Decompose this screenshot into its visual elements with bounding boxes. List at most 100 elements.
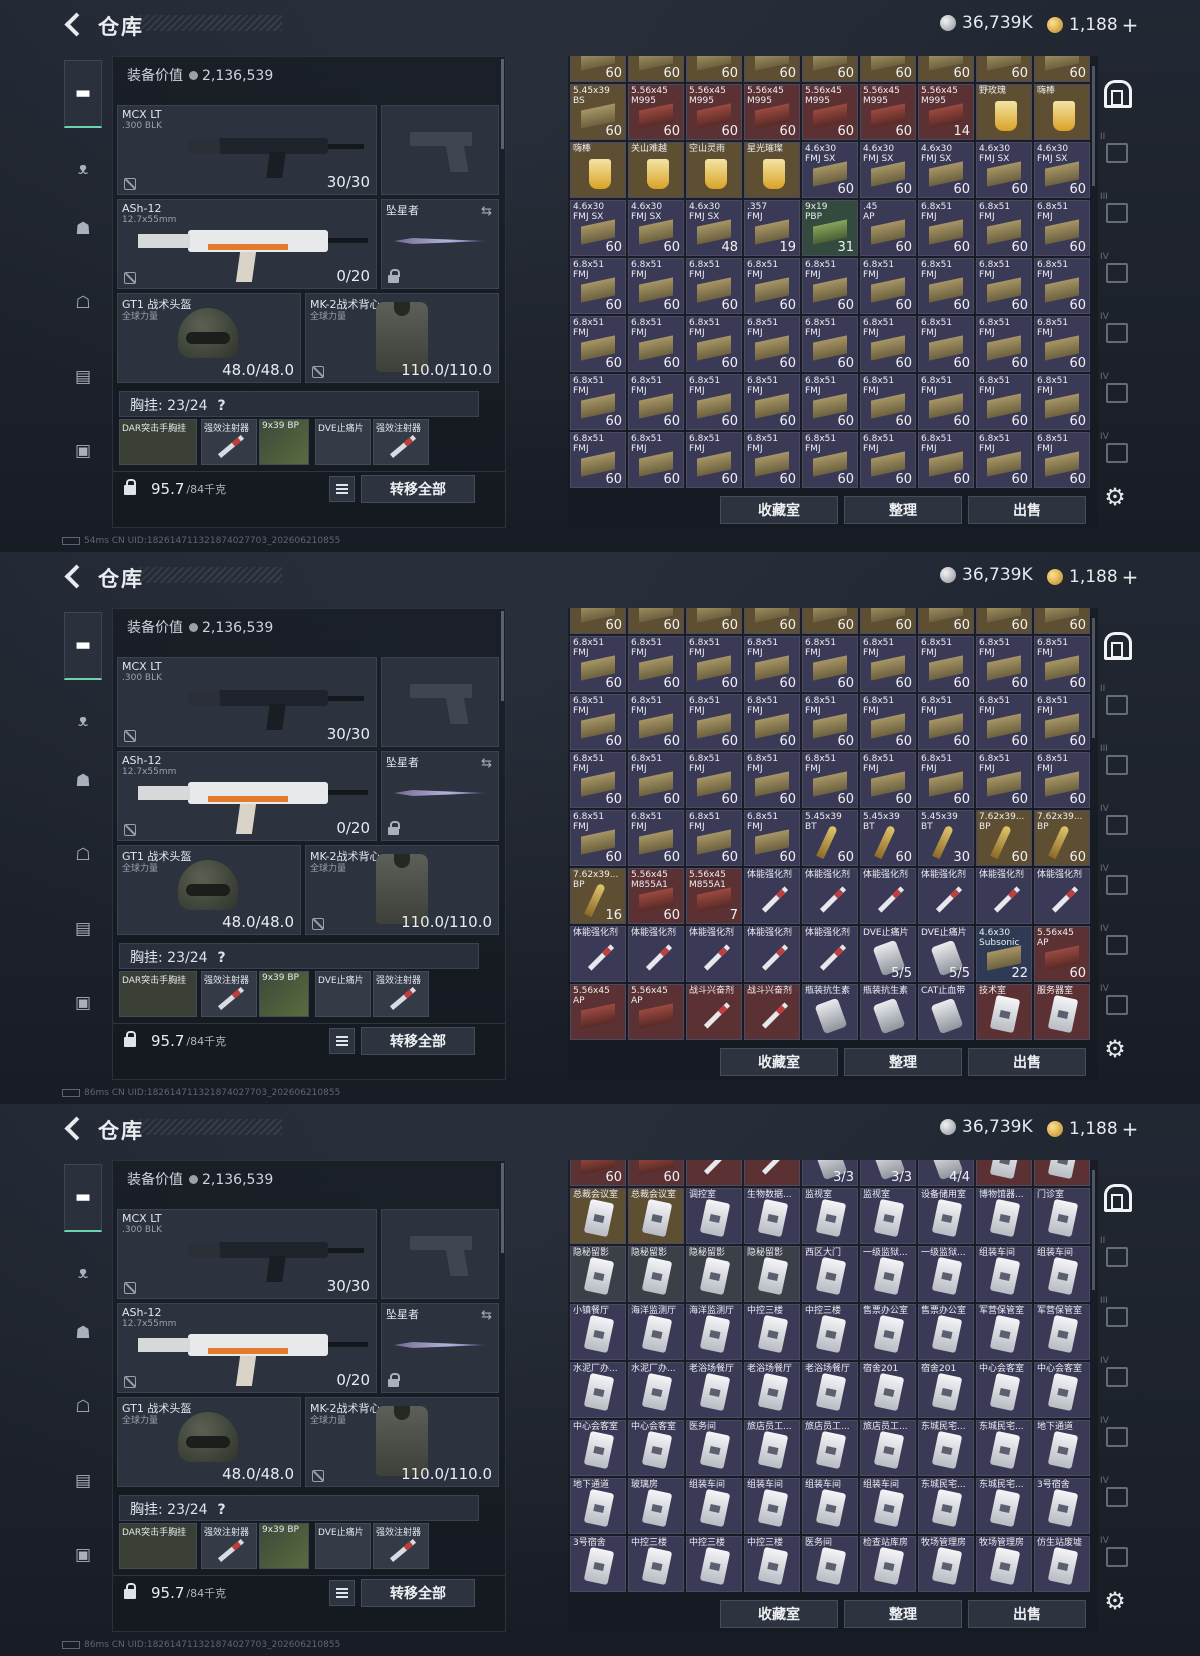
stash-item[interactable]: 体能强化剂 [976,868,1032,924]
stash-item[interactable]: 6.8x51 FMJ 60 [628,374,684,430]
backpack-tab-icon[interactable]: ☖ [64,836,102,874]
stash-item[interactable]: 空山灵雨 [686,142,742,198]
list-view-button[interactable] [329,1028,355,1054]
pistol-slot[interactable] [381,1209,499,1299]
stash-item[interactable]: 组装车间 [744,1478,800,1534]
stash-item[interactable]: 老浴场餐厅 [744,1362,800,1418]
chest-item[interactable]: 强效注射器 [201,419,257,465]
stash-item[interactable]: 6.8x51 FMJ 60 [918,374,974,430]
stash-item[interactable]: 6.8x51 FMJ 60 [976,636,1032,692]
stash-item[interactable]: 5.56x45 AP60 [628,1160,684,1186]
stash-tab-icon[interactable] [1100,744,1130,778]
stash-item[interactable]: 6.8x51 FMJ 60 [918,258,974,314]
scrollbar[interactable] [501,1163,504,1253]
stash-item[interactable]: 60 [918,56,974,82]
stash-item[interactable]: 老浴场餐厅 [802,1362,858,1418]
stash-item[interactable]: 总裁会议室 [628,1188,684,1244]
stash-item[interactable]: 6.8x51 FMJ 60 [570,316,626,372]
stash-item[interactable]: 玻璃房 [628,1478,684,1534]
stash-item[interactable]: 6.8x51 FMJ 60 [918,694,974,750]
stash-item[interactable]: 6.8x51 FMJ 60 [744,636,800,692]
pistol-slot[interactable] [381,657,499,747]
stash-item[interactable]: 4.6x30 FMJ SX 60 [976,142,1032,198]
helmet-slot[interactable]: GT1 战术头盔 全球力量 48.0/48.0 [117,845,301,935]
stash-item[interactable]: 6.8x51 FMJ 60 [686,432,742,488]
stash-item[interactable]: 6.8x51 FMJ 60 [918,432,974,488]
stash-item[interactable]: 6.8x51 FMJ 60 [628,432,684,488]
stash-item[interactable]: 地下通道 [1034,1420,1090,1476]
transfer-all-button[interactable]: 转移全部 [361,475,475,503]
stash-item[interactable]: 6.8x51 FMJ 60 [1034,316,1090,372]
chest-item[interactable]: 强效注射器 [201,1523,257,1569]
stash-item[interactable]: 战斗兴奋剂 [744,984,800,1040]
primary-weapon-slot[interactable]: MCX LT .300 BLK 30/30 [117,657,377,747]
stash-item[interactable]: 旅店员工... [802,1420,858,1476]
stash-item[interactable]: 体能强化剂 [802,868,858,924]
secondary-weapon-slot[interactable]: ASh-12 12.7x55mm 0/20 [117,751,377,841]
stash-item[interactable]: 体能强化剂 [686,926,742,982]
weapons-tab-icon[interactable]: ▬ [64,60,102,128]
stash-item[interactable]: 体能强化剂 [570,926,626,982]
helmet-tab-icon[interactable]: ☗ [64,1314,102,1352]
home-stash-icon[interactable] [1100,1180,1132,1212]
armor-slot[interactable]: MK-2战术背心 全球力量 110.0/110.0 [305,845,499,935]
stash-tab-icon[interactable] [1100,432,1130,466]
stash-item[interactable]: 监视室 [802,1188,858,1244]
stash-item[interactable]: 6.8x51 FMJ 60 [976,258,1032,314]
sell-button[interactable]: 出售 [968,1048,1086,1076]
settings-gear-icon[interactable]: ⚙ [1100,482,1130,512]
melee-slot[interactable]: 坠星者 ⇆ [381,1303,499,1393]
stash-item[interactable]: DVE止痛片 5/5 [918,926,974,982]
stash-item[interactable]: 海洋监测厅 [628,1304,684,1360]
stash-item[interactable]: 星光璀璨 [744,142,800,198]
stash-item[interactable]: 宿舍201 [918,1362,974,1418]
stash-tab-icon[interactable] [1100,132,1130,166]
sell-button[interactable]: 出售 [968,496,1086,524]
stash-item[interactable]: 隐秘留影 [686,1246,742,1302]
stash-item[interactable]: 体能强化剂 [744,868,800,924]
stash-item[interactable]: 60 [570,56,626,82]
stash-item[interactable]: 60 [628,56,684,82]
armor-tab-icon[interactable]: ᴥ [64,150,102,188]
stash-item[interactable]: 6.8x51 FMJ 60 [744,752,800,808]
stash-item[interactable]: 6.8x51 FMJ 60 [744,694,800,750]
chest-item[interactable]: 强效注射器 [373,971,429,1017]
stash-item[interactable]: 6.8x51 FMJ 60 [1034,694,1090,750]
stash-item[interactable]: 4.6x30 FMJ SX 48 [686,200,742,256]
settings-gear-icon[interactable]: ⚙ [1100,1586,1130,1616]
case-tab-icon[interactable]: ▣ [64,1536,102,1574]
stash-item[interactable]: 6.8x51 FMJ 60 [744,316,800,372]
stash-item[interactable]: 60 [860,608,916,634]
stash-tab-icon[interactable] [1100,1416,1130,1450]
stash-tab-icon[interactable] [1100,984,1130,1018]
stash-item[interactable]: 6.8x51 FMJ 60 [860,316,916,372]
stash-item[interactable]: 中心会客室 [628,1420,684,1476]
stash-item[interactable]: 6.8x51 FMJ 60 [570,636,626,692]
chest-item[interactable]: DVE止痛片 [315,971,371,1017]
stash-item[interactable]: 隐秘留影 [744,1246,800,1302]
stash-item[interactable]: .45 AP 60 [860,200,916,256]
stash-item[interactable]: 宿舍201 [860,1362,916,1418]
stash-item[interactable]: 6.8x51 FMJ 60 [628,258,684,314]
stash-tab-icon[interactable] [1100,312,1130,346]
rig-tab-icon[interactable]: ▤ [64,358,102,396]
transfer-all-button[interactable]: 转移全部 [361,1027,475,1055]
helmet-tab-icon[interactable]: ☗ [64,762,102,800]
pistol-slot[interactable] [381,105,499,195]
stash-item[interactable]: .357 FMJ 19 [744,200,800,256]
stash-item[interactable]: 嗨棒 [1034,84,1090,140]
stash-item[interactable]: 6.8x51 FMJ 60 [918,636,974,692]
armor-tab-icon[interactable]: ᴥ [64,1254,102,1292]
stash-scrollbar[interactable] [1092,66,1095,186]
helmet-slot[interactable]: GT1 战术头盔 全球力量 48.0/48.0 [117,293,301,383]
stash-item[interactable]: 军营保管室 [1034,1304,1090,1360]
back-arrow-icon[interactable] [60,11,86,37]
stash-item[interactable]: 中控三楼 [628,1536,684,1592]
stash-item[interactable]: 6.8x51 FMJ 60 [570,694,626,750]
stash-item[interactable]: 6.8x51 FMJ 60 [628,636,684,692]
stash-item[interactable]: 中心会客室 [570,1420,626,1476]
stash-item[interactable]: 6.8x51 FMJ 60 [1034,752,1090,808]
stash-item[interactable]: 6.8x51 FMJ 60 [686,374,742,430]
add-currency-button[interactable]: + [1122,565,1139,589]
stash-tab-icon[interactable] [1100,1356,1130,1390]
